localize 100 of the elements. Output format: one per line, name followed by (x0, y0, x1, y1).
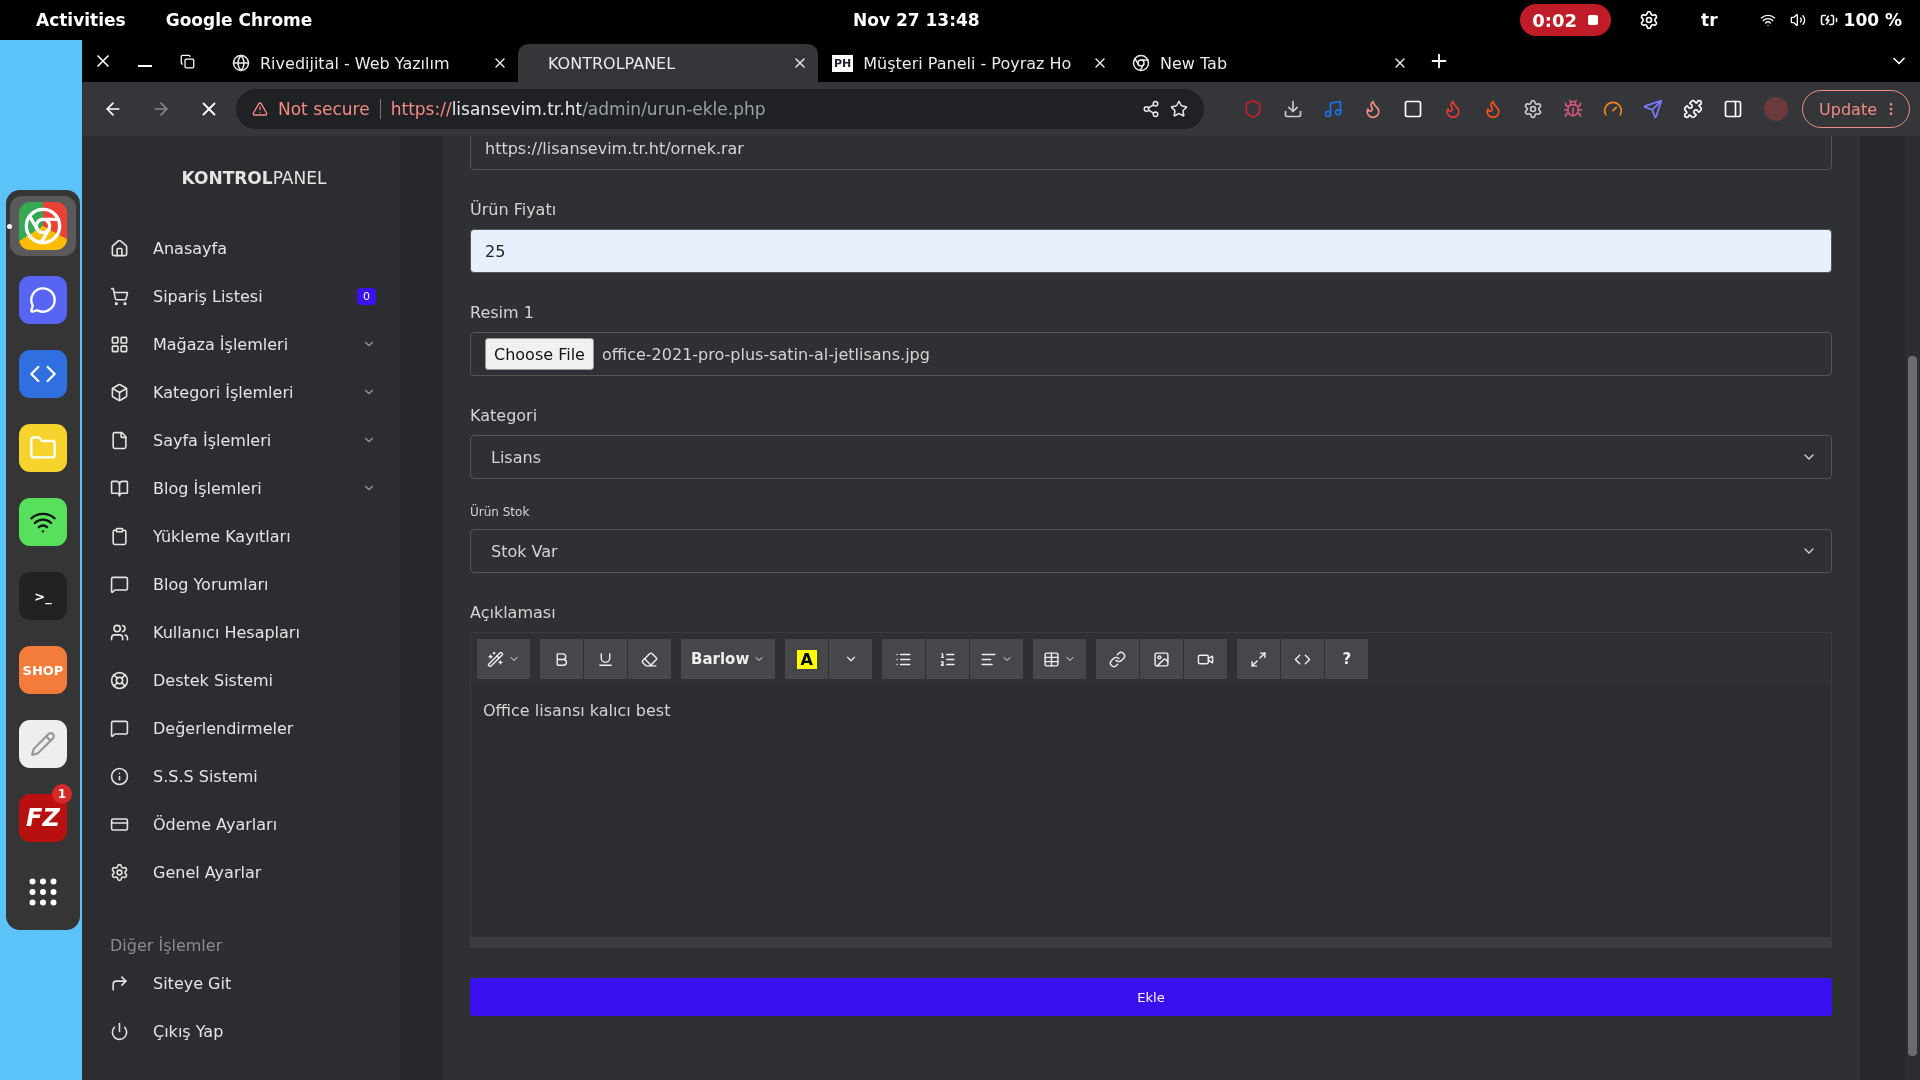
fullscreen-button[interactable] (1237, 639, 1281, 679)
chrome-icon (1132, 54, 1150, 72)
underline-icon (597, 650, 614, 668)
send-icon[interactable] (1643, 99, 1664, 119)
code-editor-app-icon[interactable] (19, 350, 67, 398)
gear-icon[interactable] (1523, 99, 1544, 119)
field-label: Kategori (470, 406, 539, 425)
browser-tab[interactable]: KONTROLPANEL (518, 44, 818, 82)
globe-icon (232, 54, 250, 72)
battery-percentage: 100 % (1843, 10, 1902, 30)
magic-wand-icon (487, 650, 504, 668)
running-dot (7, 224, 12, 229)
link-icon (1109, 650, 1127, 668)
clock[interactable]: Nov 27 13:48 (853, 10, 980, 30)
chat-icon (110, 574, 129, 594)
keyboard-language[interactable]: tr (1701, 10, 1718, 30)
link-button[interactable] (1096, 639, 1140, 679)
sidebar-item[interactable]: Sipariş Listesi 0 (110, 272, 376, 320)
browser-tab[interactable]: New Tab (1118, 44, 1418, 82)
activities-button[interactable]: Activities (36, 10, 126, 30)
image-button[interactable] (1140, 639, 1184, 679)
eraser-icon (641, 650, 658, 668)
editor-text[interactable]: Office lisansı kalıcı best (471, 685, 1831, 937)
sidebar-item[interactable]: Mağaza İşlemleri (110, 320, 376, 368)
text-color-button[interactable]: A (785, 639, 829, 679)
table-icon (1043, 650, 1061, 668)
choose-file-button[interactable]: Choose File (485, 338, 594, 370)
gear-icon[interactable] (1639, 10, 1660, 30)
music-icon[interactable] (1323, 99, 1344, 119)
terminal-app-icon[interactable]: >_ (19, 572, 67, 620)
select-field[interactable]: Stok Var (470, 529, 1832, 573)
underline-button[interactable] (584, 639, 627, 679)
brand-logo: KONTROLPANEL (180, 168, 328, 188)
side-panel-icon[interactable] (1723, 99, 1744, 119)
settings-icon (110, 862, 129, 882)
sidebar-item[interactable]: Kategori İşlemleri (110, 368, 376, 416)
dock-item[interactable]: >_ (10, 566, 76, 626)
style-button[interactable] (477, 639, 530, 679)
sidebar-item[interactable]: Anasayfa (110, 224, 376, 272)
bug-icon[interactable] (1563, 99, 1584, 119)
url-text: https://lisansevim.tr.ht/admin/urun-ekle.php (390, 99, 767, 119)
lifebuoy-icon (110, 670, 129, 690)
download-icon[interactable] (1283, 99, 1304, 119)
volume-icon[interactable] (1789, 12, 1806, 28)
sidebar-item[interactable]: Destek Sistemi (110, 656, 376, 704)
field-label: Açıklaması (470, 603, 557, 622)
numbered-list-icon (939, 650, 957, 668)
info-icon (110, 766, 129, 786)
sidebar-item[interactable]: Sayfa İşlemleri (110, 416, 376, 464)
sidebar-item[interactable]: Değerlendirmeler (110, 704, 376, 752)
sidebar-item[interactable]: Blog Yorumları (110, 560, 376, 608)
address-bar[interactable]: Not secure https://lisansevim.tr.ht/admin/urun-ekle.php (236, 89, 1205, 129)
input-field[interactable]: 25 (470, 229, 1832, 273)
code-view-button[interactable] (1281, 639, 1325, 679)
input-field[interactable]: https://lisansevim.tr.ht/ornek.rar (470, 136, 1832, 170)
chat-icon (110, 718, 129, 738)
sidebar-item[interactable]: Ödeme Ayarları (110, 800, 376, 848)
app-name[interactable]: Google Chrome (165, 10, 313, 30)
field-label: Ürün Fiyatı (470, 200, 558, 219)
sidebar-item[interactable]: S.S.S Sistemi (110, 752, 376, 800)
help-button[interactable]: ? (1325, 639, 1369, 679)
grid-icon (110, 334, 129, 354)
file-field[interactable]: Choose File office-2021-pro-plus-satin-al-jetlisans.jpg (470, 332, 1832, 376)
add-button[interactable]: Ekle (470, 978, 1832, 1016)
table-button[interactable] (1033, 639, 1087, 679)
color-dropdown-button[interactable] (829, 639, 873, 679)
bold-button[interactable] (540, 639, 583, 679)
notification-badge: 1 (52, 784, 72, 804)
browser-tab[interactable]: PH Müşteri Paneli - Poyraz Ho (818, 44, 1118, 82)
dock-item[interactable] (10, 196, 76, 256)
folder-app-icon[interactable] (19, 424, 67, 472)
chrome-app-icon[interactable] (19, 202, 67, 250)
share-icon[interactable] (1142, 100, 1161, 118)
sidebar-item[interactable]: Kullanıcı Hesapları (110, 608, 376, 656)
field-label: Ürün Stok (470, 505, 531, 519)
clear-format-button[interactable] (628, 639, 671, 679)
browser-tab[interactable]: Rivedijital - Web Yazılım (218, 44, 518, 82)
site-favicon: PH (832, 54, 854, 72)
extensions-icon[interactable] (1683, 99, 1704, 119)
font-dropdown[interactable]: Barlow (681, 639, 776, 679)
sidebar-item[interactable]: Genel Ayarlar (110, 848, 376, 896)
bullet-list-button[interactable] (882, 639, 926, 679)
sidebar-item[interactable]: Blog İşlemleri (110, 464, 376, 512)
recording-indicator[interactable]: 0:02 (1520, 4, 1612, 36)
sidebar-item[interactable]: Çıkış Yap (110, 1007, 376, 1055)
field-label: Resim 1 (470, 303, 535, 322)
sidebar-item[interactable]: Yükleme Kayıtları (110, 512, 376, 560)
bookmark-star-icon[interactable] (1170, 100, 1189, 118)
image-icon (1153, 650, 1171, 668)
window-icon[interactable] (1403, 99, 1424, 119)
numbered-list-button[interactable] (926, 639, 970, 679)
scrollbar-thumb[interactable] (1908, 356, 1917, 1056)
sidebar-item[interactable]: Siteye Git (110, 959, 376, 1007)
cart-icon (110, 286, 129, 306)
gauge-icon[interactable] (1603, 99, 1624, 119)
video-button[interactable] (1184, 639, 1228, 679)
restore-icon (179, 53, 195, 69)
wifi-icon[interactable] (1759, 12, 1776, 28)
text-editor-app-icon[interactable] (19, 720, 67, 768)
select-field[interactable]: Lisans (470, 435, 1832, 479)
